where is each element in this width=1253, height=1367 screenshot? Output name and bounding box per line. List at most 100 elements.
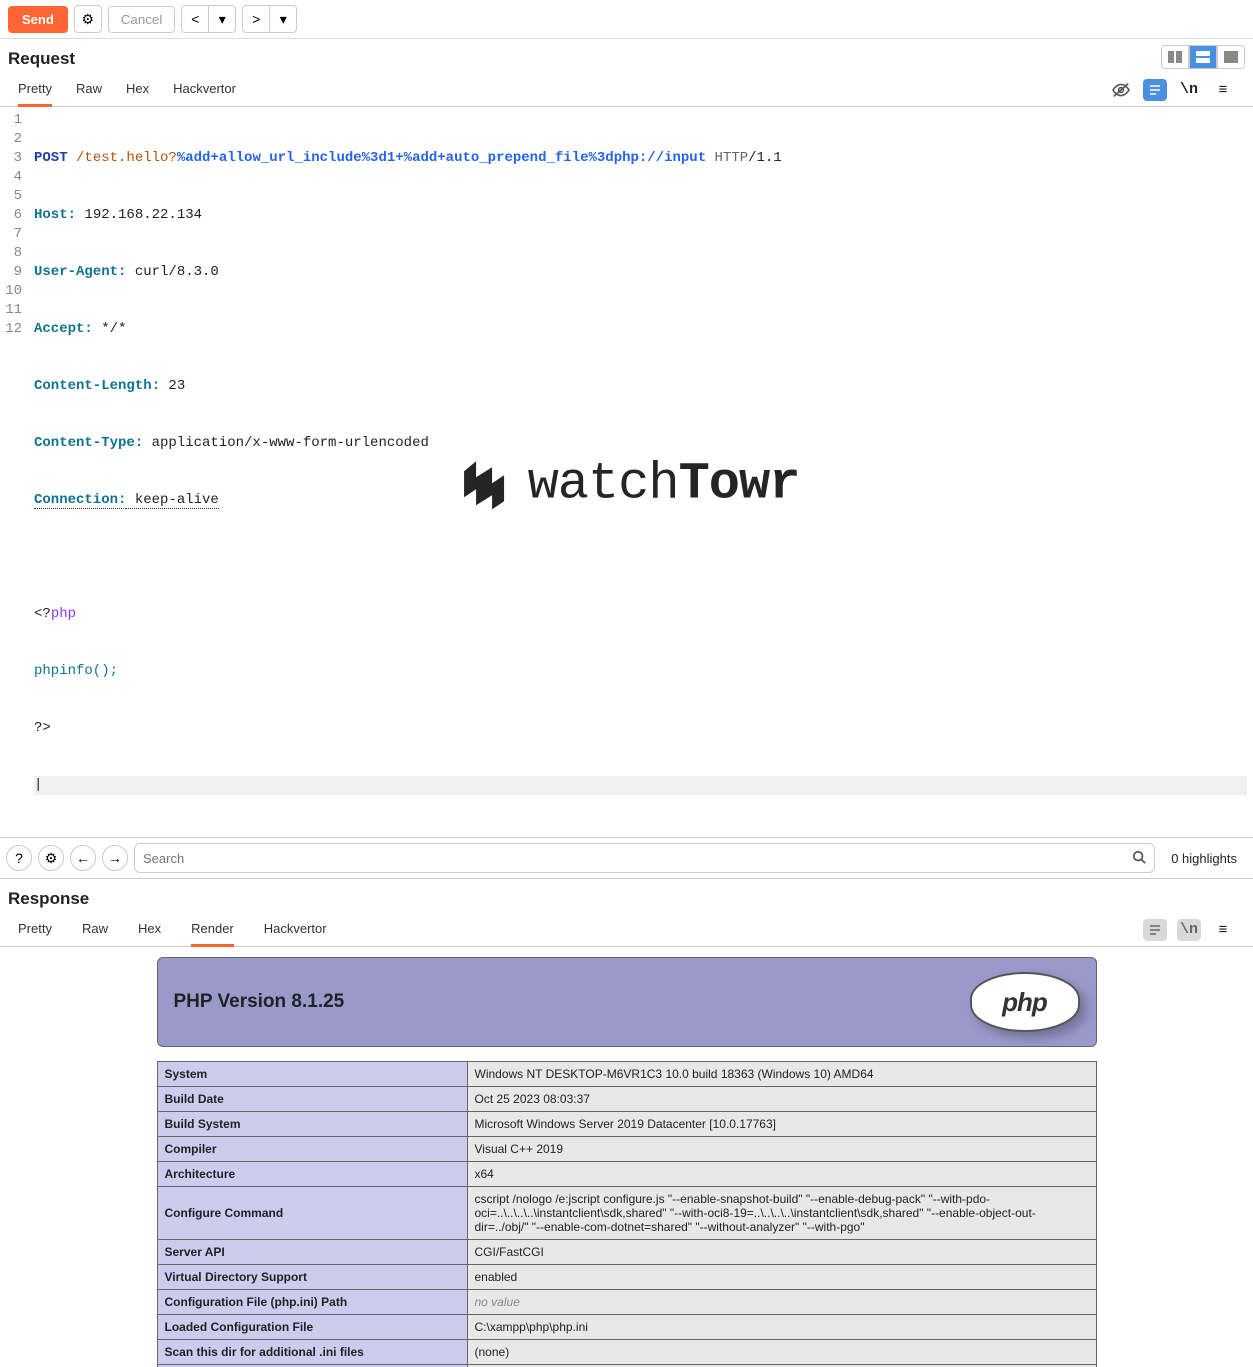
response-tabs: Pretty Raw Hex Render Hackvertor \n ≡ — [0, 913, 1253, 947]
phpinfo-header: PHP Version 8.1.25 php — [157, 957, 1097, 1047]
cursor-line: | — [34, 776, 1247, 795]
search-next-button[interactable]: → — [102, 845, 128, 871]
cancel-button[interactable]: Cancel — [108, 6, 176, 33]
hdr-ct-k: Content-Type: — [34, 435, 143, 451]
php-body: phpinfo(); — [34, 663, 118, 679]
gear-icon: ⚙ — [45, 850, 58, 867]
line-gutter: 123456789101112 — [0, 107, 28, 837]
hdr-host-v: 192.168.22.134 — [76, 207, 202, 223]
arrow-left-icon: ← — [76, 850, 90, 866]
hdr-host-k: Host: — [34, 207, 76, 223]
tab-hackvertor[interactable]: Hackvertor — [173, 73, 236, 106]
search-icon[interactable] — [1132, 850, 1146, 867]
phpinfo-box: PHP Version 8.1.25 php SystemWindows NT … — [157, 957, 1097, 1357]
resp-tab-render[interactable]: Render — [191, 913, 234, 947]
resp-tab-raw[interactable]: Raw — [82, 913, 108, 946]
table-row: SystemWindows NT DESKTOP-M6VR1C3 10.0 bu… — [157, 1062, 1096, 1087]
php-logo: php — [970, 972, 1080, 1032]
layout-single-button[interactable] — [1217, 45, 1245, 69]
phpinfo-value: no value — [467, 1290, 1096, 1315]
editor-footer-bar: ? ⚙ ← → 0 highlights — [0, 837, 1253, 879]
single-icon — [1224, 51, 1238, 63]
pretty-print-icon[interactable] — [1143, 919, 1167, 941]
layout-rows-button[interactable] — [1189, 45, 1217, 69]
table-row: Loaded Configuration FileC:\xampp\php\ph… — [157, 1315, 1096, 1340]
code-area[interactable]: POST /test.hello?%add+allow_url_include%… — [28, 107, 1253, 837]
gear-icon: ⚙ — [82, 11, 95, 28]
request-editor[interactable]: 123456789101112 POST /test.hello?%add+al… — [0, 107, 1253, 837]
history-prev-menu[interactable]: ▾ — [208, 5, 236, 33]
main-toolbar: Send ⚙ Cancel < ▾ > ▾ — [0, 0, 1253, 39]
search-wrapper — [134, 843, 1155, 873]
resp-tab-hex[interactable]: Hex — [138, 913, 161, 946]
table-row: Architecturex64 — [157, 1162, 1096, 1187]
http-method: POST — [34, 150, 68, 166]
layout-switcher-row: Request — [0, 39, 1253, 73]
chevron-right-icon: > — [252, 11, 260, 27]
request-menu-icon[interactable]: ≡ — [1211, 79, 1235, 101]
http-proto-prefix: HTTP — [706, 150, 748, 166]
hdr-cl-v: 23 — [160, 378, 185, 394]
caret-down-icon: ▾ — [219, 11, 226, 28]
hdr-ct-v: application/x-www-form-urlencoded — [143, 435, 429, 451]
phpinfo-key: Server API — [157, 1240, 467, 1265]
phpinfo-value: Visual C++ 2019 — [467, 1137, 1096, 1162]
visibility-off-icon[interactable] — [1109, 79, 1133, 101]
history-next-menu[interactable]: ▾ — [269, 5, 297, 33]
request-tabs: Pretty Raw Hex Hackvertor \n ≡ — [0, 73, 1253, 107]
columns-icon — [1168, 51, 1182, 63]
table-row: Virtual Directory Supportenabled — [157, 1265, 1096, 1290]
phpinfo-value: cscript /nologo /e:jscript configure.js … — [467, 1187, 1096, 1240]
pretty-print-icon[interactable] — [1143, 79, 1167, 101]
history-next-button[interactable]: > — [242, 5, 270, 33]
phpinfo-key: Virtual Directory Support — [157, 1265, 467, 1290]
response-render[interactable]: PHP Version 8.1.25 php SystemWindows NT … — [0, 947, 1253, 1367]
table-row: CompilerVisual C++ 2019 — [157, 1137, 1096, 1162]
phpinfo-value: Oct 25 2023 08:03:37 — [467, 1087, 1096, 1112]
layout-columns-button[interactable] — [1161, 45, 1189, 69]
table-row: Configure Commandcscript /nologo /e:jscr… — [157, 1187, 1096, 1240]
phpinfo-value: x64 — [467, 1162, 1096, 1187]
phpinfo-value: Windows NT DESKTOP-M6VR1C3 10.0 build 18… — [467, 1062, 1096, 1087]
arrow-right-icon: → — [108, 850, 122, 866]
response-title: Response — [0, 879, 1253, 913]
resp-tab-pretty[interactable]: Pretty — [18, 913, 52, 946]
send-button[interactable]: Send — [8, 6, 68, 33]
rows-icon — [1196, 51, 1210, 63]
table-row: Configuration File (php.ini) Pathno valu… — [157, 1290, 1096, 1315]
table-row: Build SystemMicrosoft Windows Server 201… — [157, 1112, 1096, 1137]
phpinfo-table: SystemWindows NT DESKTOP-M6VR1C3 10.0 bu… — [157, 1061, 1097, 1367]
highlight-count: 0 highlights — [1161, 851, 1247, 866]
hdr-cl-k: Content-Length: — [34, 378, 160, 394]
tab-raw[interactable]: Raw — [76, 73, 102, 106]
newline-toggle[interactable]: \n — [1177, 79, 1201, 101]
phpinfo-value: (none) — [467, 1340, 1096, 1365]
hdr-accept-k: Accept: — [34, 321, 93, 337]
phpinfo-key: Build System — [157, 1112, 467, 1137]
response-menu-icon[interactable]: ≡ — [1211, 919, 1235, 941]
history-prev-button[interactable]: < — [181, 5, 209, 33]
hdr-conn-k: Connection: — [34, 492, 126, 509]
help-button[interactable]: ? — [6, 845, 32, 871]
response-tab-icons: \n ≡ — [1143, 913, 1235, 946]
php-version-title: PHP Version 8.1.25 — [174, 991, 345, 1013]
php-close-tag: ?> — [34, 720, 51, 736]
tab-hex[interactable]: Hex — [126, 73, 149, 106]
options-button[interactable]: ⚙ — [38, 845, 64, 871]
search-input[interactable] — [143, 851, 1132, 866]
send-settings-button[interactable]: ⚙ — [74, 5, 102, 33]
phpinfo-key: System — [157, 1062, 467, 1087]
phpinfo-value: Microsoft Windows Server 2019 Datacenter… — [467, 1112, 1096, 1137]
history-prev-group: < ▾ — [181, 5, 236, 33]
hdr-ua-k: User-Agent: — [34, 264, 126, 280]
phpinfo-value: enabled — [467, 1265, 1096, 1290]
http-proto-version: /1.1 — [748, 150, 782, 166]
resp-tab-hackvertor[interactable]: Hackvertor — [264, 913, 327, 946]
search-prev-button[interactable]: ← — [70, 845, 96, 871]
phpinfo-key: Build Date — [157, 1087, 467, 1112]
request-title: Request — [0, 39, 83, 73]
php-open-tag: php — [51, 606, 76, 622]
newline-toggle[interactable]: \n — [1177, 919, 1201, 941]
tab-pretty[interactable]: Pretty — [18, 73, 52, 107]
phpinfo-key: Configure Command — [157, 1187, 467, 1240]
